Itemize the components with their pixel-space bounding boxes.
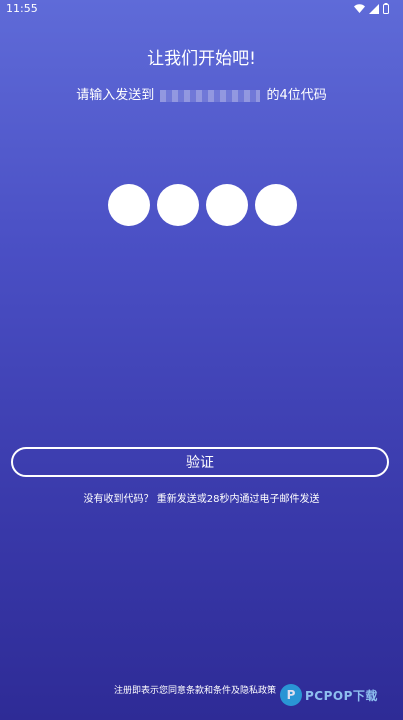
page-subtitle: 请输入发送到 的4位代码 bbox=[0, 84, 403, 103]
subtitle-prefix: 请输入发送到 bbox=[76, 88, 155, 103]
code-digit-1[interactable] bbox=[108, 184, 150, 226]
subtitle-suffix: 的4位代码 bbox=[266, 88, 327, 103]
resend-link[interactable]: 没有收到代码？ 重新发送或28秒内通过电子邮件发送 bbox=[0, 490, 403, 505]
wifi-icon bbox=[354, 4, 365, 13]
watermark-text: PCPOP下载 bbox=[305, 688, 378, 703]
watermark-logo-icon: P bbox=[280, 684, 302, 706]
status-icons bbox=[354, 3, 389, 14]
page-title: 让我们开始吧! bbox=[147, 49, 256, 69]
status-time: 11:55 bbox=[6, 2, 38, 15]
signal-icon bbox=[369, 3, 379, 14]
watermark: P PCPOP下载 bbox=[280, 684, 378, 706]
redacted-phone bbox=[160, 89, 261, 102]
verify-button[interactable]: 验证 bbox=[11, 447, 389, 477]
status-bar: 11:55 bbox=[0, 0, 403, 18]
code-digit-2[interactable] bbox=[157, 184, 199, 226]
code-input[interactable] bbox=[108, 184, 297, 226]
code-digit-3[interactable] bbox=[206, 184, 248, 226]
code-digit-4[interactable] bbox=[255, 184, 297, 226]
battery-icon bbox=[383, 3, 389, 14]
